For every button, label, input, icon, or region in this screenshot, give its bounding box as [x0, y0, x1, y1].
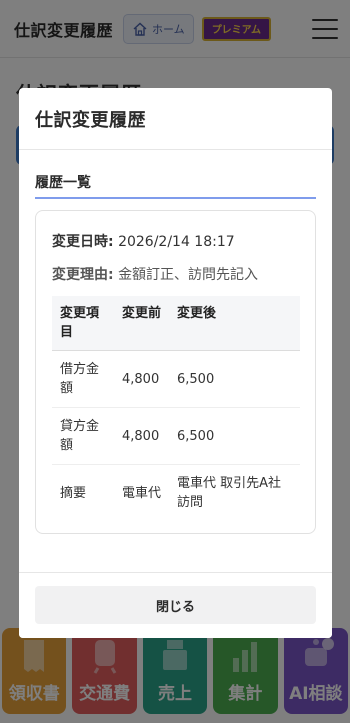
modal-footer: 閉じる — [19, 572, 332, 638]
table-header-row: 変更項目 変更前 変更後 — [52, 296, 300, 351]
tab-history-list-label: 履歴一覧 — [35, 175, 91, 191]
change-date-key: 変更日時: — [52, 234, 114, 250]
modal-header: 仕訳変更履歴 — [19, 88, 332, 150]
changes-table: 変更項目 変更前 変更後 借方金額 4,800 6,500 貸方金額 4,800… — [52, 296, 300, 521]
close-button[interactable]: 閉じる — [35, 586, 316, 624]
history-entry-card: 変更日時: 2026/2/14 18:17 変更理由: 金額訂正、訪問先記入 変… — [35, 210, 316, 534]
cell-before: 4,800 — [114, 407, 169, 465]
header-item: 変更項目 — [52, 296, 114, 351]
history-modal: 仕訳変更履歴 履歴一覧 変更日時: 2026/2/14 18:17 変更理由: … — [19, 88, 332, 638]
change-reason-row: 変更理由: 金額訂正、訪問先記入 — [52, 264, 258, 284]
tab-history-list[interactable]: 履歴一覧 — [35, 166, 316, 199]
modal-title: 仕訳変更履歴 — [35, 109, 146, 131]
cell-after: 6,500 — [169, 407, 300, 465]
table-row: 借方金額 4,800 6,500 — [52, 350, 300, 408]
change-reason-key: 変更理由: — [52, 267, 114, 283]
header-before: 変更前 — [114, 296, 169, 351]
change-reason-value: 金額訂正、訪問先記入 — [118, 267, 259, 283]
change-date-row: 変更日時: 2026/2/14 18:17 — [52, 231, 235, 251]
cell-before: 4,800 — [114, 350, 169, 408]
cell-before: 電車代 — [122, 485, 162, 501]
cell-after: 6,500 — [169, 350, 300, 408]
cell-item: 借方金額 — [52, 350, 114, 408]
cell-after: 電車代 取引先A社訪問 — [177, 476, 282, 510]
table-row: 貸方金額 4,800 6,500 — [52, 407, 300, 465]
table-row: 摘要 電車代 電車代 取引先A社訪問 — [52, 465, 300, 522]
cell-item: 摘要 — [60, 485, 87, 501]
change-date-value: 2026/2/14 18:17 — [118, 234, 235, 250]
cell-item: 貸方金額 — [52, 407, 114, 465]
header-after: 変更後 — [169, 296, 300, 351]
